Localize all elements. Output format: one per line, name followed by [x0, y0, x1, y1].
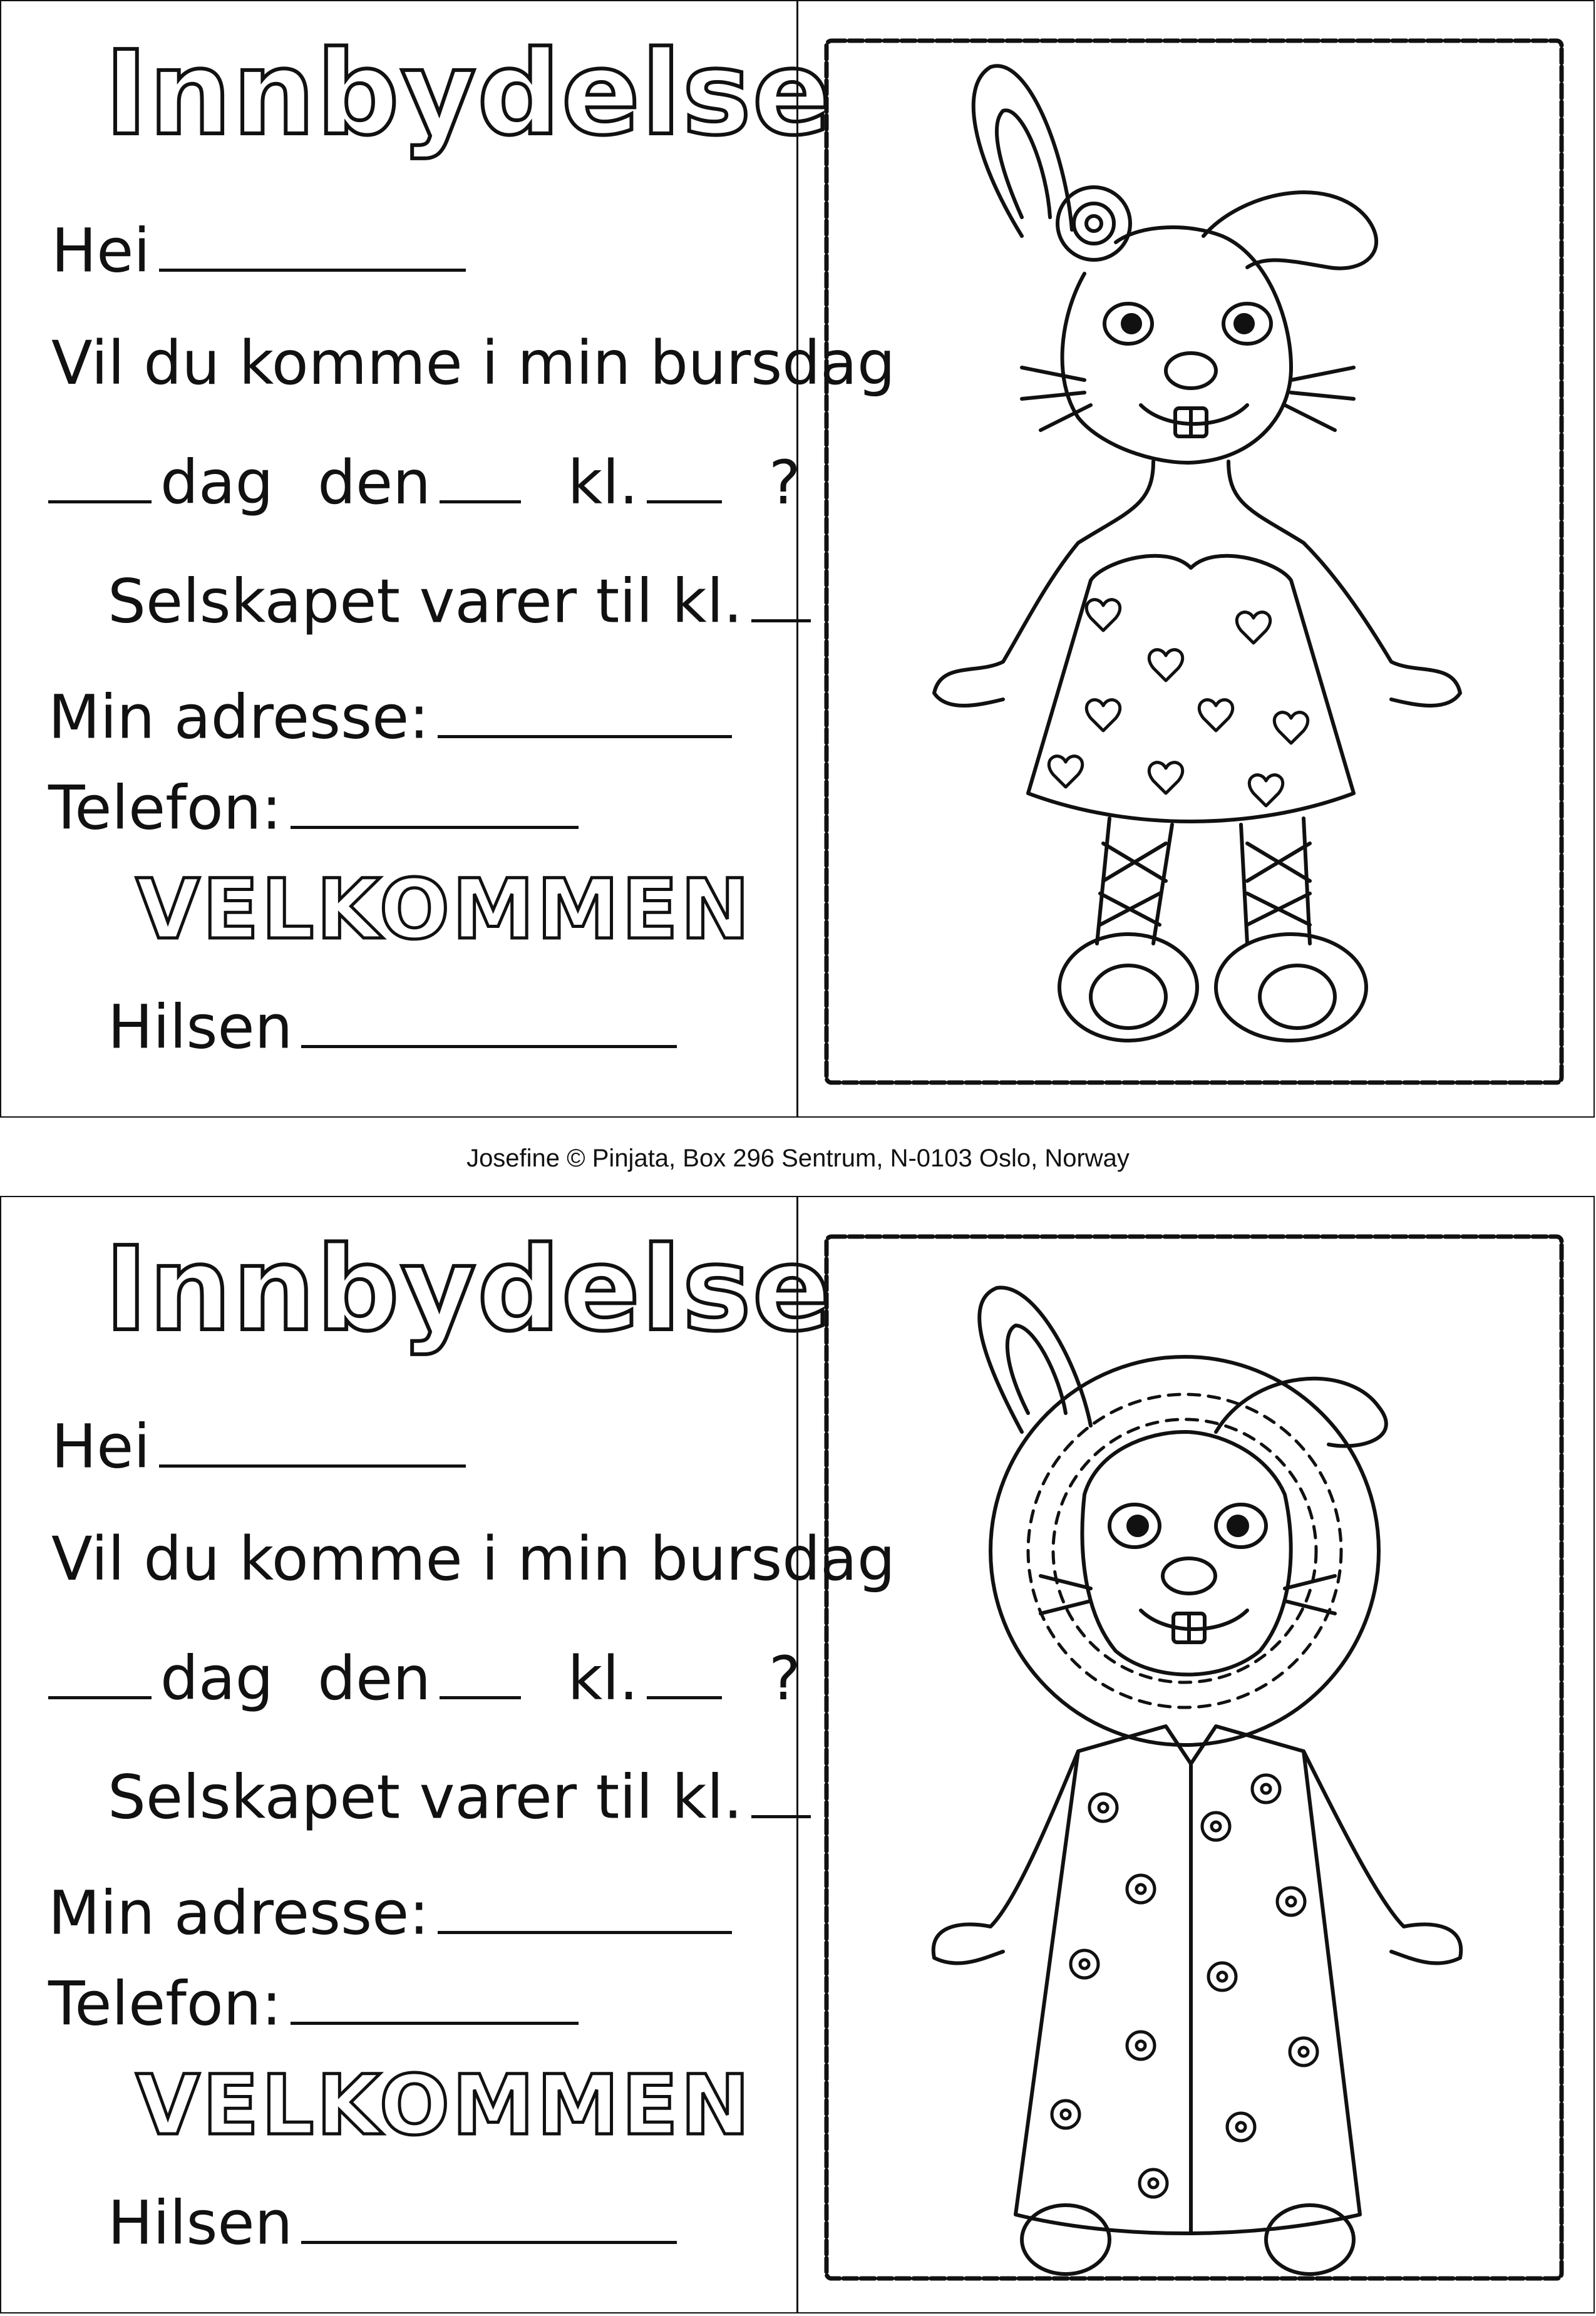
signoff-line: Hilsen: [108, 994, 686, 1058]
name-blank: [158, 1413, 466, 1468]
invitation-text-panel: Innbydelse Hei Vil du komme i min bursda…: [1, 1, 895, 1116]
day-word: dag: [160, 1643, 274, 1714]
greeting-label: Hei: [51, 1411, 150, 1482]
invitation-title: Innbydelse: [103, 1222, 833, 1357]
bunny-picture-frame: [815, 1225, 1573, 2290]
end-time-blank: [751, 1764, 811, 1818]
phone-label: Telefon:: [48, 773, 282, 843]
invitation-card-bottom: Innbydelse Hei Vil du komme i min bursda…: [0, 1196, 1595, 2313]
time-blank: [647, 449, 723, 503]
phone-line: Telefon:: [48, 775, 587, 838]
time-word: kl.: [567, 447, 639, 518]
address-blank: [438, 684, 733, 738]
date-blank: [440, 449, 522, 503]
bunny-in-heart-dress-illustration: [824, 38, 1564, 1085]
greeting-label: Hei: [51, 215, 150, 286]
card-divider: [796, 1, 798, 1116]
address-blank: [438, 1880, 733, 1934]
phone-line: Telefon:: [48, 1970, 587, 2034]
bunny-in-hat-and-flower-dress-illustration: [824, 1234, 1564, 2281]
bunny-picture-frame: [815, 29, 1573, 1094]
day-word: dag: [160, 447, 274, 518]
day-blank: [48, 1645, 152, 1699]
signoff-label: Hilsen: [108, 992, 293, 1063]
duration-label: Selskapet varer til kl.: [108, 1762, 743, 1833]
invitation-card-top: Innbydelse Hei Vil du komme i min bursda…: [0, 0, 1595, 1118]
phone-blank: [290, 1970, 579, 2025]
signoff-line: Hilsen: [108, 2190, 686, 2253]
question-line: Vil du komme i min bursdag: [51, 1524, 895, 1594]
end-time-blank: [751, 568, 811, 622]
address-label: Min adresse:: [48, 1878, 430, 1948]
card-divider: [796, 1197, 798, 2312]
greeting-line: Hei: [51, 1413, 475, 1477]
duration-line: Selskapet varer til kl.: [108, 1764, 820, 1828]
greeting-line: Hei: [51, 217, 475, 281]
phone-label: Telefon:: [48, 1969, 282, 2039]
date-blank: [440, 1645, 522, 1699]
welcome-text: VELKOMMEN: [134, 2057, 753, 2154]
invitation-text-panel: Innbydelse Hei Vil du komme i min bursda…: [1, 1197, 895, 2312]
time-word: kl.: [567, 1643, 639, 1714]
invitation-title: Innbydelse: [103, 26, 833, 161]
date-word: den: [317, 1643, 431, 1714]
signoff-blank: [301, 994, 677, 1048]
phone-blank: [290, 775, 579, 829]
duration-label: Selskapet varer til kl.: [108, 566, 743, 637]
day-blank: [48, 449, 152, 503]
welcome-text: VELKOMMEN: [134, 862, 753, 958]
signoff-label: Hilsen: [108, 2188, 293, 2258]
time-blank: [647, 1645, 723, 1699]
date-word: den: [317, 447, 431, 518]
address-line: Min adresse:: [48, 684, 741, 748]
address-label: Min adresse:: [48, 682, 430, 753]
name-blank: [158, 217, 466, 272]
address-line: Min adresse:: [48, 1880, 741, 1943]
duration-line: Selskapet varer til kl.: [108, 568, 820, 632]
copyright-footer: Josefine © Pinjata, Box 296 Sentrum, N-0…: [466, 1145, 1130, 1172]
when-line: dag den kl. ?: [48, 1645, 801, 1709]
when-line: dag den kl. ?: [48, 449, 801, 513]
signoff-blank: [301, 2190, 677, 2244]
question-line: Vil du komme i min bursdag: [51, 328, 895, 398]
